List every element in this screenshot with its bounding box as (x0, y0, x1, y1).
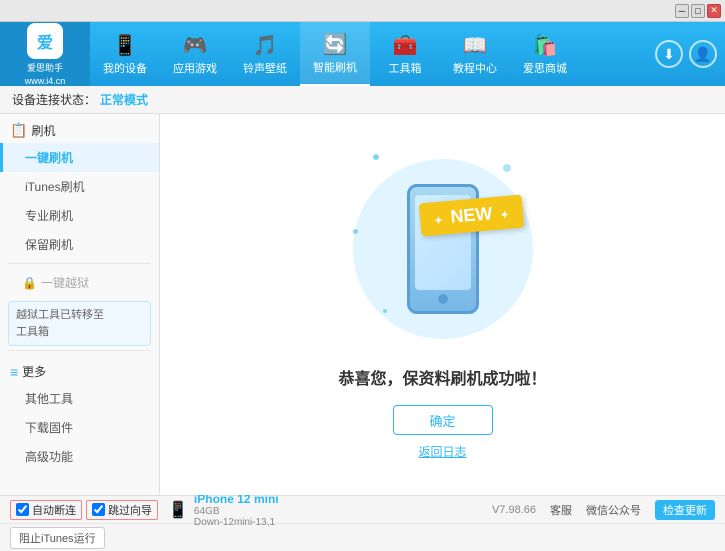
sparkle-4 (383, 309, 387, 313)
close-btn[interactable]: ✕ (707, 4, 721, 18)
nav-my-device[interactable]: 📱 我的设备 (90, 22, 160, 86)
logo-area: 爱 爱思助手 www.i4.cn (0, 22, 90, 86)
block-itunes-btn[interactable]: 阻止iTunes运行 (10, 527, 105, 549)
bottom-right: V7.98.66 客服 微信公众号 检查更新 (492, 500, 715, 520)
status-label: 设备连接状态： (12, 91, 96, 108)
sidebar-item-advanced[interactable]: 高级功能 (0, 442, 159, 471)
sidebar-section-more: ≡ 更多 (0, 355, 159, 384)
more-section-icon: ≡ (10, 364, 18, 380)
logo-url: www.i4.cn (25, 76, 66, 86)
success-text: 恭喜您，保资料刷机成功啦！ (338, 365, 546, 389)
customer-service-link[interactable]: 客服 (550, 502, 572, 518)
nav-apps-games[interactable]: 🎮 应用游戏 (160, 22, 230, 86)
nav-ringtones[interactable]: 🎵 铃声壁纸 (230, 22, 300, 86)
auto-close-label[interactable]: 自动断连 (32, 502, 76, 518)
device-info: 📱 iPhone 12 mini 64GB Down-12mini-13,1 (168, 492, 492, 528)
nav-toolbox[interactable]: 🧰 工具箱 (370, 22, 440, 86)
phone-illustration: NEW (333, 149, 553, 349)
nav-shop[interactable]: 🛍️ 爱思商城 (510, 22, 580, 86)
sidebar-section-flash: 📋 刷机 (0, 114, 159, 143)
bottom-row2: 阻止iTunes运行 (0, 524, 725, 551)
wechat-link[interactable]: 微信公众号 (586, 502, 641, 518)
skip-wizard-checkbox-container: 跳过向导 (86, 500, 158, 520)
status-value: 正常模式 (100, 91, 148, 108)
logo-icon: 爱 (27, 23, 63, 59)
return-link[interactable]: 返回日志 (418, 443, 466, 460)
flash-section-icon: 📋 (10, 122, 27, 139)
skip-wizard-checkbox[interactable] (92, 503, 105, 516)
lock-icon: 🔒 (22, 276, 37, 290)
skip-wizard-label[interactable]: 跳过向导 (108, 502, 152, 518)
ringtones-icon: 🎵 (253, 33, 278, 58)
auto-close-checkbox-container: 自动断连 (10, 500, 82, 520)
nav-items: 📱 我的设备 🎮 应用游戏 🎵 铃声壁纸 🔄 智能刷机 🧰 工具箱 📖 教程中心… (90, 22, 655, 86)
main-layout: 📋 刷机 一键刷机 iTunes刷机 专业刷机 保留刷机 🔒 一键越狱 越狱工具… (0, 114, 725, 495)
smart-flash-icon: 🔄 (323, 32, 348, 57)
device-storage: 64GB (194, 506, 279, 517)
download-btn[interactable]: ⬇ (655, 40, 683, 68)
tutorials-icon: 📖 (463, 33, 488, 58)
sidebar-item-pro-flash[interactable]: 专业刷机 (0, 201, 159, 230)
sidebar-item-other-tools[interactable]: 其他工具 (0, 384, 159, 413)
auto-close-checkbox[interactable] (16, 503, 29, 516)
apps-icon: 🎮 (183, 33, 208, 58)
sidebar-disabled-jailbreak: 🔒 一键越狱 (0, 268, 159, 297)
status-bar: 设备连接状态： 正常模式 (0, 86, 725, 114)
logo-text: 爱思助手 (27, 61, 63, 74)
device-icon: 📱 (168, 500, 188, 520)
phone-home-btn (438, 294, 448, 304)
divider-2 (8, 350, 151, 351)
nav-right: ⬇ 👤 (655, 40, 725, 68)
shop-icon: 🛍️ (533, 33, 558, 58)
toolbox-icon: 🧰 (393, 33, 418, 58)
sparkle-3 (353, 229, 358, 234)
nav-tutorials[interactable]: 📖 教程中心 (440, 22, 510, 86)
confirm-button[interactable]: 确定 (393, 405, 493, 435)
sidebar-item-download-firmware[interactable]: 下载固件 (0, 413, 159, 442)
sidebar-item-save-data-flash[interactable]: 保留刷机 (0, 230, 159, 259)
check-update-btn[interactable]: 检查更新 (655, 500, 715, 520)
title-bar: ─ □ ✕ (0, 0, 725, 22)
sidebar-item-itunes-flash[interactable]: iTunes刷机 (0, 172, 159, 201)
content-area: NEW 恭喜您，保资料刷机成功啦！ 确定 返回日志 (160, 114, 725, 495)
sidebar: 📋 刷机 一键刷机 iTunes刷机 专业刷机 保留刷机 🔒 一键越狱 越狱工具… (0, 114, 160, 495)
bottom-row1: 自动断连 跳过向导 📱 iPhone 12 mini 64GB Down-12m… (0, 496, 725, 524)
device-details: iPhone 12 mini 64GB Down-12mini-13,1 (194, 492, 279, 528)
header: 爱 爱思助手 www.i4.cn 📱 我的设备 🎮 应用游戏 🎵 铃声壁纸 🔄 … (0, 22, 725, 86)
minimize-btn[interactable]: ─ (675, 4, 689, 18)
bottom-bar: 自动断连 跳过向导 📱 iPhone 12 mini 64GB Down-12m… (0, 495, 725, 551)
version-text: V7.98.66 (492, 504, 536, 516)
nav-smart-flash[interactable]: 🔄 智能刷机 (300, 22, 370, 86)
divider-1 (8, 263, 151, 264)
sparkle-2 (503, 164, 511, 172)
user-btn[interactable]: 👤 (689, 40, 717, 68)
jailbreak-notice: 越狱工具已转移至工具箱 (8, 301, 151, 346)
maximize-btn[interactable]: □ (691, 4, 705, 18)
sidebar-item-one-click-flash[interactable]: 一键刷机 (0, 143, 159, 172)
sparkle-1 (373, 154, 379, 160)
my-device-icon: 📱 (113, 33, 138, 58)
